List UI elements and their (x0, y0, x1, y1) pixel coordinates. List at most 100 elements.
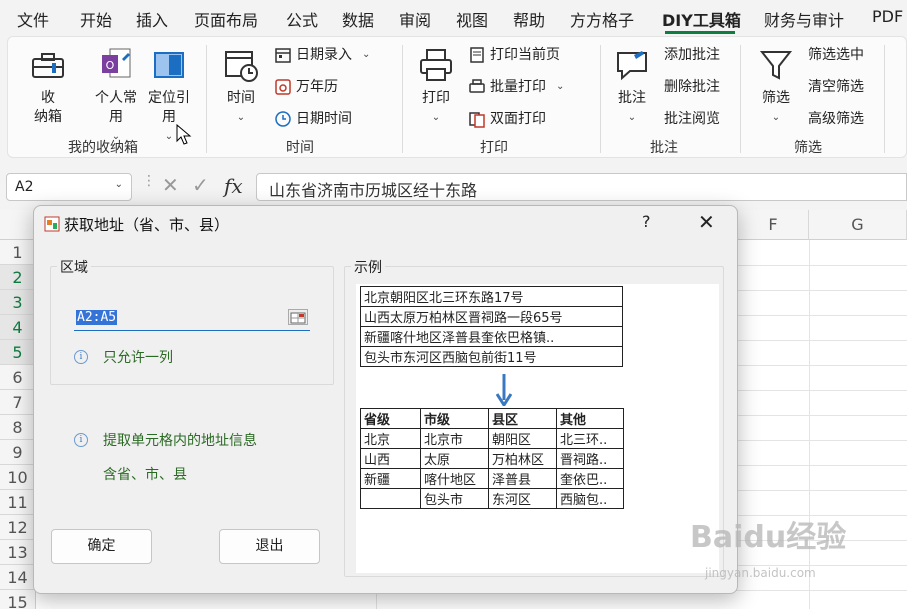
toolbox-icon (30, 47, 66, 83)
row-header[interactable]: 1 (0, 240, 36, 265)
group-label-comment: 批注 (650, 140, 678, 156)
tab-pdf[interactable]: PDF (872, 7, 903, 26)
filter-label: 筛选 (762, 90, 790, 106)
dialog-title: 获取地址（省、市、县） (64, 216, 230, 234)
baidu-watermark-url: jingyan.baidu.com (705, 566, 816, 580)
row-header[interactable]: 9 (0, 440, 36, 465)
tab-home[interactable]: 开始 (80, 7, 112, 31)
locate-ref-icon (151, 47, 187, 83)
row-header[interactable]: 5 (0, 340, 36, 365)
insert-function-icon[interactable]: fx (224, 174, 243, 198)
perpetual-calendar-button[interactable]: 万年历 (274, 76, 338, 98)
get-address-dialog: 获取地址（省、市、县） ? ✕ 区域 A2:A5 i 只允许一列 i 提取单元格… (33, 205, 738, 594)
perpetual-calendar-icon (274, 78, 292, 96)
comment-button[interactable]: 批注 ⌄ (610, 47, 654, 127)
info-icon: i (74, 433, 88, 447)
date-time-label: 日期时间 (296, 111, 352, 127)
chevron-down-icon: ⌄ (627, 112, 637, 123)
add-comment-button[interactable]: 添加批注 (664, 44, 720, 66)
region-legend: 区域 (57, 257, 91, 277)
tab-file[interactable]: 文件 (17, 7, 49, 31)
row-header[interactable]: 11 (0, 490, 36, 515)
print-label: 打印 (422, 90, 450, 106)
filter-selected-button[interactable]: 筛选选中 (808, 44, 864, 66)
exit-button[interactable]: 退出 (219, 529, 320, 564)
calendar-clock-icon (223, 47, 259, 83)
table-cell: 奎依巴.. (556, 468, 624, 489)
clock-icon (274, 110, 292, 128)
formula-input[interactable]: 山东省济南市历城区经十东路 (256, 173, 907, 201)
ok-button[interactable]: 确定 (51, 529, 152, 564)
tab-finance-audit[interactable]: 财务与审计 (764, 7, 844, 31)
name-box[interactable]: A2 ⌄ (6, 173, 132, 201)
tab-data[interactable]: 数据 (342, 7, 374, 31)
row-header[interactable]: 3 (0, 290, 36, 315)
personal-doc-icon: O (98, 47, 134, 83)
tab-page-layout[interactable]: 页面布局 (194, 7, 258, 31)
row-header[interactable]: 7 (0, 390, 36, 415)
batch-print-icon (468, 78, 486, 96)
funnel-icon (758, 47, 794, 83)
table-header-row: 省级 市级 县区 其他 (360, 408, 624, 429)
row-header[interactable]: 2 (0, 265, 36, 290)
tab-help[interactable]: 帮助 (513, 7, 545, 31)
tab-view[interactable]: 视图 (456, 7, 488, 31)
print-current-page-button[interactable]: 打印当前页 (468, 44, 560, 66)
row-header[interactable]: 12 (0, 515, 36, 540)
confirm-icon[interactable]: ✓ (192, 173, 209, 197)
time-button[interactable]: 时间 ⌄ (218, 47, 264, 127)
chevron-down-icon: ⌄ (236, 112, 246, 123)
cancel-icon[interactable]: ✕ (162, 173, 179, 197)
table-cell (360, 488, 421, 509)
group-label-storage: 我的收纳箱 (68, 140, 138, 156)
chevron-down-icon: ⌄ (114, 179, 123, 190)
select-all-corner[interactable] (0, 210, 36, 240)
row-header[interactable]: 8 (0, 415, 36, 440)
chevron-down-icon: ⌄ (362, 49, 371, 60)
personal-common-button[interactable]: O 个人常 用 ⌄ (90, 47, 142, 146)
close-icon[interactable]: ✕ (698, 210, 715, 234)
chevron-down-icon: ⌄ (431, 112, 441, 123)
column-header-f[interactable]: F (738, 210, 809, 240)
tab-diy-toolbox[interactable]: DIY工具箱 (662, 7, 741, 31)
table-cell: 东河区 (488, 488, 557, 509)
tab-fangfang[interactable]: 方方格子 (570, 7, 634, 31)
hint-extract: i 提取单元格内的地址信息 (74, 430, 257, 450)
row-header[interactable]: 6 (0, 365, 36, 390)
duplex-print-button[interactable]: 双面打印 (468, 108, 546, 130)
clear-filter-button[interactable]: 清空筛选 (808, 76, 864, 98)
table-cell: 泽普县 (488, 468, 557, 489)
table-row: 山西太原万柏林区晋祠路一段65号 (360, 306, 623, 327)
batch-print-button[interactable]: 批量打印 ⌄ (468, 76, 564, 98)
row-header[interactable]: 4 (0, 315, 36, 340)
row-header[interactable]: 13 (0, 540, 36, 565)
formula-controls: ⋮ ✕ ✓ fx (140, 173, 252, 201)
read-comment-button[interactable]: 批注阅览 (664, 108, 720, 130)
advanced-filter-button[interactable]: 高级筛选 (808, 108, 864, 130)
date-entry-button[interactable]: 日期录入 ⌄ (274, 44, 370, 66)
table-cell: 晋祠路.. (556, 448, 624, 469)
table-cell: 北京朝阳区北三环东路17号 (360, 286, 623, 307)
table-cell: 西脑包.. (556, 488, 624, 509)
print-button[interactable]: 打印 ⌄ (414, 47, 458, 127)
delete-comment-button[interactable]: 删除批注 (664, 76, 720, 98)
tab-review[interactable]: 审阅 (399, 7, 431, 31)
comment-label: 批注 (618, 90, 646, 106)
range-input[interactable]: A2:A5 (74, 307, 310, 331)
row-header[interactable]: 10 (0, 465, 36, 490)
row-header[interactable]: 15 (0, 590, 36, 609)
locate-reference-label: 定位引 用 (148, 90, 190, 125)
storage-box-button[interactable]: 收 纳箱 (26, 47, 70, 127)
mouse-cursor-icon (176, 124, 192, 145)
date-time-button[interactable]: 日期时间 (274, 108, 352, 130)
column-header-g[interactable]: G (809, 210, 907, 240)
filter-button[interactable]: 筛选 ⌄ (754, 47, 798, 127)
calendar-icon (274, 46, 292, 64)
table-row: 北京朝阳区北三环东路17号 (360, 286, 623, 307)
range-picker-button[interactable] (288, 309, 308, 325)
row-header[interactable]: 14 (0, 565, 36, 590)
tab-formulas[interactable]: 公式 (286, 7, 318, 31)
table-row: 北京 北京市 朝阳区 北三环.. (360, 428, 624, 449)
tab-insert[interactable]: 插入 (136, 7, 168, 31)
help-button[interactable]: ? (642, 212, 651, 231)
